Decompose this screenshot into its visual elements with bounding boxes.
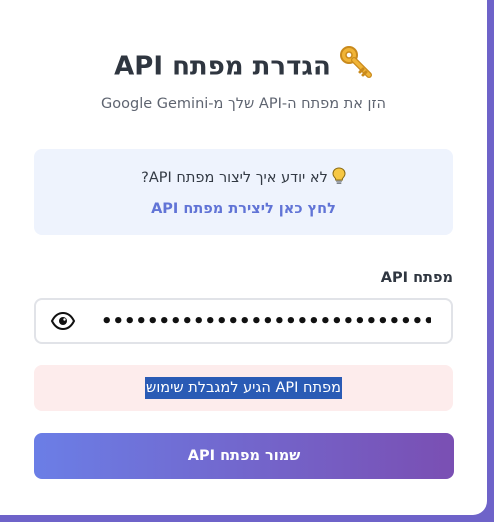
save-api-key-button[interactable]: שמור מפתח API (34, 433, 454, 479)
help-question: לא יודע איך ליצור מפתח API? (34, 167, 453, 189)
api-key-field-container (34, 298, 453, 344)
error-message-box: מפתח API הגיע למגבלת שימוש (34, 365, 453, 411)
api-key-dialog: הגדרת מפתח API הזן את מפתח ה-API שלך מ-G… (0, 0, 487, 515)
error-message: מפתח API הגיע למגבלת שימוש (145, 377, 342, 399)
help-question-text: לא יודע איך ליצור מפתח API? (141, 170, 328, 186)
create-api-key-link[interactable]: לחץ כאן ליצירת מפתח API (34, 201, 453, 217)
dialog-subtitle: הזן את מפתח ה-API שלך מ-Google Gemini (101, 96, 386, 112)
dialog-title-text: הגדרת מפתח API (114, 51, 331, 82)
eye-icon[interactable] (50, 309, 76, 333)
dialog-title: הגדרת מפתח API (0, 44, 487, 90)
key-icon (339, 44, 373, 90)
api-key-input[interactable] (101, 300, 451, 342)
help-info-box: לא יודע איך ליצור מפתח API? לחץ כאן ליצי… (34, 149, 453, 235)
api-key-label: מפתח API (380, 270, 453, 286)
lightbulb-icon (332, 167, 346, 189)
